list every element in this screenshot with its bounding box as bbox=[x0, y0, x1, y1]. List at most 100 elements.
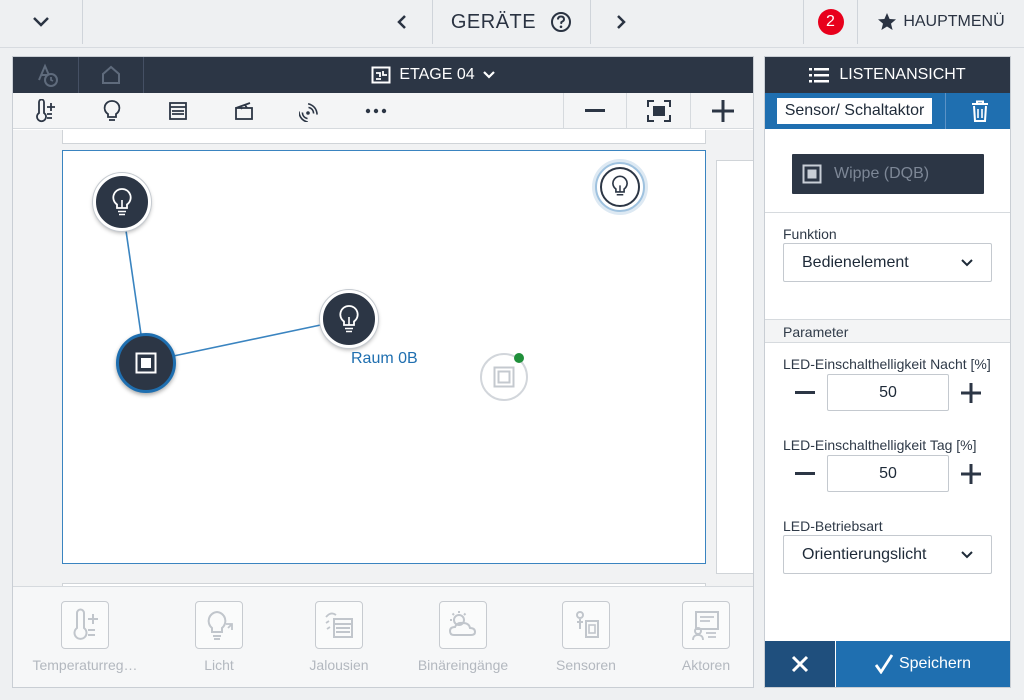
light-device-node[interactable] bbox=[93, 173, 151, 231]
led-day-increase-button[interactable] bbox=[959, 462, 983, 486]
category-light[interactable]: Licht bbox=[159, 587, 279, 688]
home-button[interactable] bbox=[79, 57, 143, 93]
led-mode-label: LED-Betriebsart bbox=[783, 518, 883, 534]
more-button[interactable] bbox=[356, 93, 396, 129]
bulb-icon bbox=[112, 188, 132, 216]
help-icon[interactable] bbox=[550, 11, 572, 33]
list-view-header[interactable]: LISTENANSICHT bbox=[765, 57, 1010, 93]
function-value: Bedienelement bbox=[802, 253, 909, 271]
led-day-input[interactable]: 50 bbox=[827, 455, 949, 492]
save-button[interactable]: Speichern bbox=[836, 641, 1010, 687]
main-menu-label: HAUPTMENÜ bbox=[903, 13, 1005, 30]
chevron-down-icon bbox=[33, 17, 49, 27]
cancel-button[interactable] bbox=[765, 641, 835, 687]
floor-plan-canvas[interactable]: Raum 0B bbox=[13, 130, 753, 586]
fit-to-screen-button[interactable] bbox=[639, 93, 679, 129]
trash-icon bbox=[972, 100, 988, 122]
page-title: GERÄTE bbox=[450, 10, 537, 33]
plus-icon bbox=[712, 100, 734, 122]
collapse-button[interactable] bbox=[0, 0, 82, 44]
thermometer-plus-icon bbox=[61, 601, 109, 649]
chevron-down-icon bbox=[482, 71, 495, 79]
filter-scenes-button[interactable] bbox=[224, 93, 264, 129]
category-temperature[interactable]: Temperaturreg… bbox=[25, 587, 145, 688]
category-label: Temperaturreg… bbox=[32, 657, 138, 673]
floor-plan-icon bbox=[371, 66, 391, 84]
automation-timer-icon bbox=[37, 63, 58, 87]
category-blinds[interactable]: Jalousien bbox=[279, 587, 399, 688]
save-label: Speichern bbox=[898, 655, 972, 672]
led-day-label: LED-Einschalthelligkeit Tag [%] bbox=[783, 437, 977, 453]
top-bar: GERÄTE 2 HAUPTMENÜ bbox=[0, 0, 1024, 48]
online-status-dot bbox=[514, 353, 524, 363]
unconnected-light-node[interactable] bbox=[595, 162, 645, 212]
category-binary-inputs[interactable]: Binäreingänge bbox=[403, 587, 523, 688]
rocker-element-tab[interactable]: Wippe (DQB) bbox=[792, 154, 984, 194]
chevron-right-icon bbox=[617, 15, 626, 29]
category-label: Sensoren bbox=[556, 657, 616, 673]
floor-plan-panel: ETAGE 04 Raum 0B Temperaturreg… Licht Ja… bbox=[12, 56, 754, 688]
bulb-icon bbox=[103, 100, 121, 121]
main-menu-button[interactable]: HAUPTMENÜ bbox=[858, 0, 1024, 44]
led-night-label: LED-Einschalthelligkeit Nacht [%] bbox=[783, 356, 991, 372]
star-icon bbox=[878, 13, 897, 30]
weather-sensor-icon bbox=[439, 601, 487, 649]
chevron-down-icon bbox=[961, 258, 973, 266]
bulb-icon bbox=[195, 601, 243, 649]
filter-radio-button[interactable] bbox=[290, 93, 330, 129]
led-mode-select[interactable]: Orientierungslicht bbox=[783, 535, 992, 574]
clapperboard-icon bbox=[235, 102, 253, 120]
prev-button[interactable] bbox=[372, 0, 432, 44]
notifications-button[interactable]: 2 bbox=[804, 0, 857, 44]
automation-button[interactable] bbox=[13, 57, 78, 93]
plus-icon bbox=[961, 383, 981, 403]
floor-label: ETAGE 04 bbox=[399, 66, 475, 83]
room-label: Raum 0B bbox=[351, 350, 418, 367]
sensor-icon bbox=[562, 601, 610, 649]
chevron-left-icon bbox=[397, 15, 406, 29]
page-title-area: GERÄTE bbox=[433, 0, 590, 44]
switch-square-icon bbox=[493, 366, 515, 388]
function-select[interactable]: Bedienelement bbox=[783, 243, 992, 282]
category-label: Binäreingänge bbox=[417, 657, 509, 673]
bulb-icon bbox=[612, 175, 628, 196]
delete-button[interactable] bbox=[965, 93, 995, 129]
category-actuators[interactable]: Aktoren bbox=[646, 587, 766, 688]
led-mode-value: Orientierungslicht bbox=[802, 545, 927, 563]
floor-selector[interactable]: ETAGE 04 bbox=[313, 57, 553, 93]
light-device-node[interactable] bbox=[320, 290, 378, 348]
thermometer-plus-icon bbox=[36, 99, 55, 123]
led-day-decrease-button[interactable] bbox=[793, 462, 817, 486]
rocker-element-label: Wippe (DQB) bbox=[834, 165, 930, 182]
device-name-field[interactable]: Sensor/ Schaltaktor bbox=[777, 98, 932, 124]
minus-icon bbox=[795, 391, 815, 394]
category-label: Licht bbox=[204, 657, 234, 673]
category-label: Aktoren bbox=[681, 657, 731, 673]
list-view-title: LISTENANSICHT bbox=[839, 66, 966, 83]
blind-icon bbox=[169, 102, 187, 120]
minus-icon bbox=[795, 472, 815, 475]
device-category-bar: Temperaturreg… Licht Jalousien Binäreing… bbox=[13, 586, 753, 687]
led-night-input[interactable]: 50 bbox=[827, 374, 949, 411]
minus-icon bbox=[585, 109, 605, 112]
filter-temperature-button[interactable] bbox=[25, 93, 65, 129]
device-name-bar: Sensor/ Schaltaktor bbox=[765, 93, 1010, 129]
led-night-increase-button[interactable] bbox=[959, 381, 983, 405]
selected-sensor-node[interactable] bbox=[116, 333, 176, 393]
more-dots-icon bbox=[365, 108, 387, 114]
home-icon bbox=[102, 65, 120, 84]
list-view-panel: LISTENANSICHT Sensor/ Schaltaktor Wippe … bbox=[764, 56, 1011, 688]
filter-light-button[interactable] bbox=[92, 93, 132, 129]
parameter-label: Parameter bbox=[783, 324, 849, 340]
floor-header: ETAGE 04 bbox=[13, 57, 753, 93]
led-night-decrease-button[interactable] bbox=[793, 381, 817, 405]
next-button[interactable] bbox=[591, 0, 651, 44]
zoom-in-button[interactable] bbox=[703, 93, 743, 129]
filter-blinds-button[interactable] bbox=[158, 93, 198, 129]
category-sensors[interactable]: Sensoren bbox=[526, 587, 646, 688]
list-icon bbox=[809, 68, 830, 83]
device-toolbar bbox=[13, 93, 753, 129]
category-label: Jalousien bbox=[309, 657, 369, 673]
zoom-out-button[interactable] bbox=[575, 93, 615, 129]
close-icon bbox=[791, 655, 809, 673]
